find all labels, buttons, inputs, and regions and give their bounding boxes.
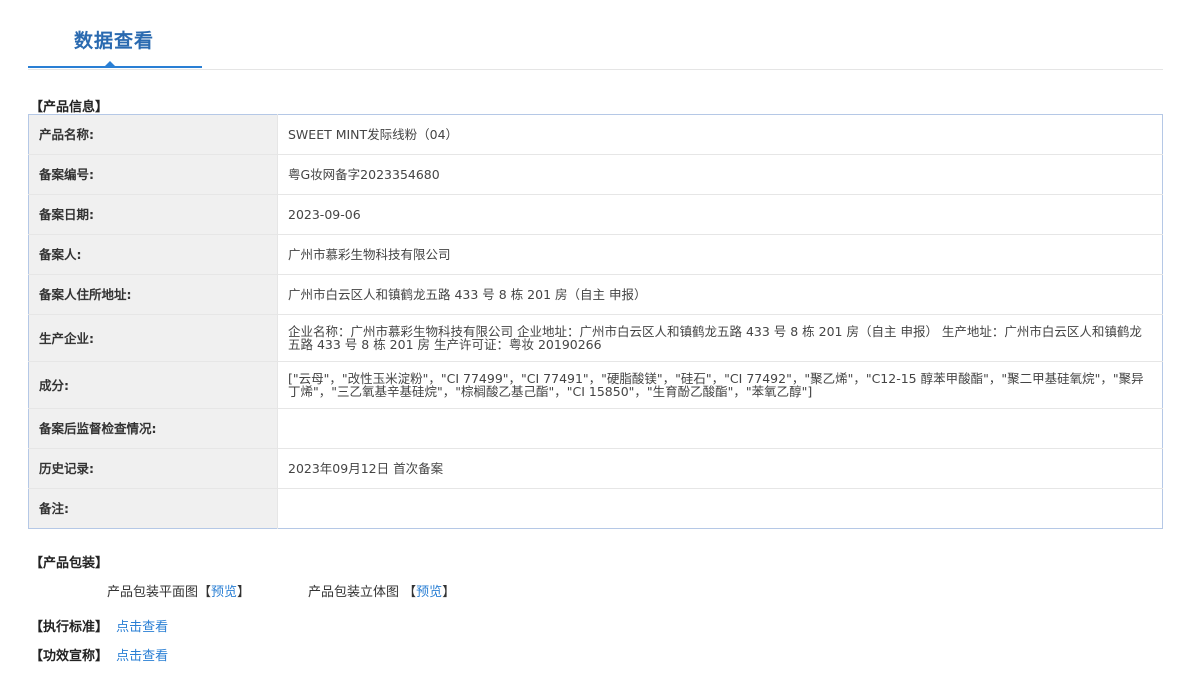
row-label: 备案后监督检查情况:: [28, 408, 278, 449]
bracket-close: 】: [237, 585, 251, 600]
packaging-flat-preview-link[interactable]: 预览: [211, 585, 237, 600]
row-label: 备案人:: [28, 234, 278, 275]
row-label: 备案编号:: [28, 154, 278, 195]
packaging-flat-label: 产品包装平面图: [107, 585, 199, 600]
row-value: [278, 489, 1163, 529]
row-label: 备注:: [28, 488, 278, 529]
table-row: 备案编号: 粤G妆网备字2023354680: [28, 154, 1163, 195]
product-info-title: 【产品信息】: [30, 100, 109, 115]
row-value: 粤G妆网备字2023354680: [277, 154, 1163, 195]
row-value: 广州市白云区人和镇鹤龙五路 433 号 8 栋 201 房（自主 申报）: [277, 274, 1163, 315]
tab-data-view[interactable]: 数据查看: [74, 26, 154, 53]
row-label: 生产企业:: [28, 314, 278, 362]
row-value: 广州市慕彩生物科技有限公司: [277, 234, 1163, 275]
row-value: 2023-09-06: [277, 194, 1163, 235]
standard-view-link[interactable]: 点击查看: [116, 620, 168, 635]
row-label: 产品名称:: [28, 114, 278, 155]
row-label: 成分:: [28, 361, 278, 409]
row-value: ["云母"，"改性玉米淀粉"，"CI 77499"，"CI 77491"，"硬脂…: [277, 361, 1163, 409]
table-row: 备注:: [28, 488, 1163, 529]
standard-label: 【执行标准】: [30, 620, 109, 635]
row-value: SWEET MINT发际线粉（04）: [277, 114, 1163, 155]
row-value: 企业名称：广州市慕彩生物科技有限公司 企业地址：广州市白云区人和镇鹤龙五路 43…: [277, 314, 1163, 362]
table-row: 备案后监督检查情况:: [28, 408, 1163, 449]
table-row: 历史记录: 2023年09月12日 首次备案: [28, 448, 1163, 489]
packaging-flat-item: 产品包装平面图【预览】: [107, 581, 250, 600]
packaging-title: 【产品包装】: [30, 556, 109, 571]
table-row: 备案人住所地址: 广州市白云区人和镇鹤龙五路 433 号 8 栋 201 房（自…: [28, 274, 1163, 315]
row-label: 备案日期:: [28, 194, 278, 235]
table-row: 生产企业: 企业名称：广州市慕彩生物科技有限公司 企业地址：广州市白云区人和镇鹤…: [28, 314, 1163, 362]
row-label: 历史记录:: [28, 448, 278, 489]
efficacy-label: 【功效宣称】: [30, 649, 109, 664]
row-label: 备案人住所地址:: [28, 274, 278, 315]
bracket-open: 【: [198, 585, 212, 600]
table-row: 成分: ["云母"，"改性玉米淀粉"，"CI 77499"，"CI 77491"…: [28, 361, 1163, 409]
table-row: 产品名称: SWEET MINT发际线粉（04）: [28, 114, 1163, 155]
tab-header: 数据查看: [28, 0, 1163, 70]
bracket-open: 【: [403, 585, 417, 600]
packaging-stereo-item: 产品包装立体图 【预览】: [308, 581, 455, 600]
bracket-close: 】: [442, 585, 456, 600]
packaging-stereo-label: 产品包装立体图: [308, 585, 400, 600]
table-row: 备案人: 广州市慕彩生物科技有限公司: [28, 234, 1163, 275]
packaging-stereo-preview-link[interactable]: 预览: [416, 585, 442, 600]
efficacy-row: 【功效宣称】 点击查看: [30, 645, 168, 664]
standard-row: 【执行标准】 点击查看: [30, 616, 168, 635]
efficacy-view-link[interactable]: 点击查看: [116, 649, 168, 664]
row-value: [277, 408, 1163, 449]
table-row: 备案日期: 2023-09-06: [28, 194, 1163, 235]
row-value: 2023年09月12日 首次备案: [277, 448, 1163, 489]
caret-up-icon: [104, 61, 116, 67]
product-info-table: 产品名称: SWEET MINT发际线粉（04） 备案编号: 粤G妆网备字202…: [28, 114, 1163, 529]
